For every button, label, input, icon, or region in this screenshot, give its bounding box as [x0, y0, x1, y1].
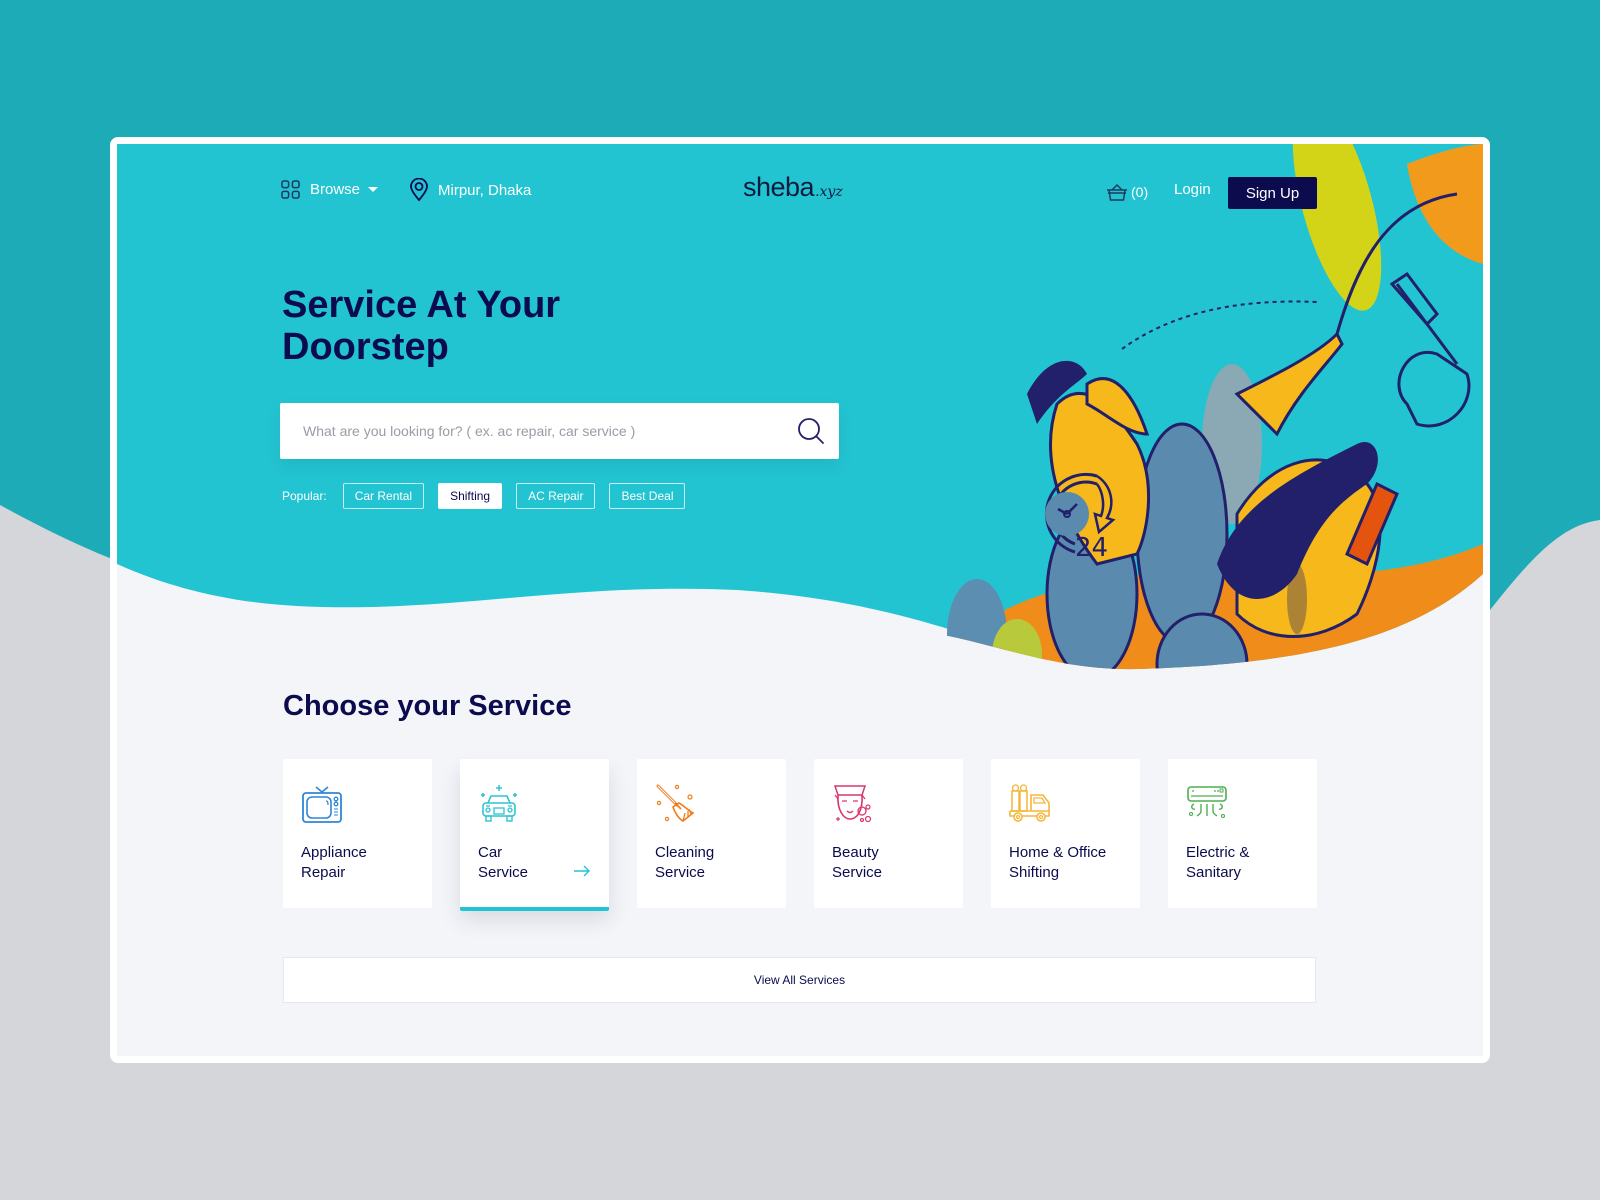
browse-menu[interactable]: Browse — [281, 180, 379, 199]
truck-icon — [1009, 784, 1050, 822]
hero-title-line1: Service At Your — [282, 284, 561, 326]
car-icon — [481, 785, 517, 822]
search-button[interactable] — [783, 403, 839, 459]
service-card-car-service[interactable]: Car Service — [460, 759, 609, 911]
popular-tags: Popular: Car Rental Shifting AC Repair B… — [282, 483, 699, 509]
login-link[interactable]: Login — [1174, 181, 1211, 198]
search-bar — [280, 403, 839, 459]
service-label-line2: Sanitary — [1186, 864, 1242, 881]
logo-suffix: .xyz — [815, 184, 843, 200]
service-label-line1: Appliance — [301, 844, 367, 861]
location-selector[interactable]: Mirpur, Dhaka — [409, 178, 531, 202]
arrow-right-icon[interactable] — [573, 865, 591, 877]
popular-label: Popular: — [282, 489, 327, 503]
service-label-line2: Service — [832, 864, 883, 881]
browse-label: Browse — [310, 181, 361, 198]
popular-tag-car-rental[interactable]: Car Rental — [342, 483, 425, 509]
popular-tag-best-deal[interactable]: Best Deal — [609, 483, 686, 509]
service-card-home-office-shifting[interactable]: Home & Office Shifting — [991, 759, 1140, 908]
service-card-beauty-service[interactable]: Beauty Service — [814, 759, 963, 908]
face-mask-icon — [833, 785, 872, 823]
tv-icon — [302, 786, 342, 823]
service-label-line1: Car — [478, 844, 503, 861]
screwdriver-outline — [1389, 271, 1439, 327]
air-conditioner-icon — [1187, 786, 1227, 819]
top-nav: Browse Mirpur, Dhaka sheba .xyz (0) Logi… — [117, 144, 1483, 239]
service-card-electric-sanitary[interactable]: Electric & Sanitary — [1168, 759, 1317, 908]
service-label: Cleaning Service — [655, 843, 775, 883]
cart-button[interactable]: (0) — [1106, 182, 1148, 202]
service-label-line2: Repair — [301, 864, 346, 881]
search-icon — [798, 418, 824, 444]
service-card-appliance-repair[interactable]: Appliance Repair — [283, 759, 432, 908]
dashed-trajectory — [1121, 300, 1318, 350]
location-label: Mirpur, Dhaka — [438, 181, 532, 199]
svg-text:24: 24 — [1075, 533, 1108, 563]
service-label: Car Service — [478, 843, 598, 883]
service-card-cleaning-service[interactable]: Cleaning Service — [637, 759, 786, 908]
hero-title-line2: Doorstep — [282, 326, 449, 368]
logo-text: sheba — [743, 172, 815, 202]
cart-count: (0) — [1131, 184, 1149, 200]
service-label-line1: Electric & — [1186, 844, 1250, 861]
service-label-line1: Cleaning — [655, 844, 715, 861]
service-label-line2: Service — [655, 864, 706, 881]
hero-title: Service At Your Doorstep — [282, 284, 702, 368]
service-label-line1: Beauty — [832, 844, 879, 861]
section-title: Choose your Service — [283, 690, 572, 722]
grid-icon — [281, 180, 300, 199]
view-all-services-button[interactable]: View All Services — [283, 957, 1316, 1003]
chevron-down-icon — [368, 187, 379, 192]
blue-leaf-2 — [1135, 422, 1229, 646]
service-label-line2: Service — [478, 864, 529, 881]
service-label: Electric & Sanitary — [1186, 843, 1306, 883]
basket-icon — [1107, 183, 1127, 201]
service-label: Appliance Repair — [301, 843, 421, 883]
popular-tag-ac-repair[interactable]: AC Repair — [516, 483, 596, 509]
service-label: Home & Office Shifting — [1009, 843, 1129, 883]
signup-button[interactable]: Sign Up — [1228, 177, 1317, 209]
popular-tag-shifting[interactable]: Shifting — [438, 483, 503, 509]
dotted-patch — [1287, 564, 1307, 634]
landing-page: 24 Browse Mirpur, Dhaka sheba .xyz (0) L… — [117, 144, 1483, 1056]
sheba-logo[interactable]: sheba .xyz — [743, 172, 843, 203]
wrench-outline — [1395, 283, 1471, 428]
broom-icon — [656, 784, 695, 822]
map-pin-icon — [410, 178, 428, 202]
service-label-line1: Home & Office — [1009, 844, 1107, 861]
service-cards: Appliance Repair Car Service Cleaning Se… — [283, 759, 1345, 911]
service-label: Beauty Service — [832, 843, 952, 883]
service-label-line2: Shifting — [1009, 864, 1060, 881]
search-input[interactable] — [280, 403, 783, 459]
